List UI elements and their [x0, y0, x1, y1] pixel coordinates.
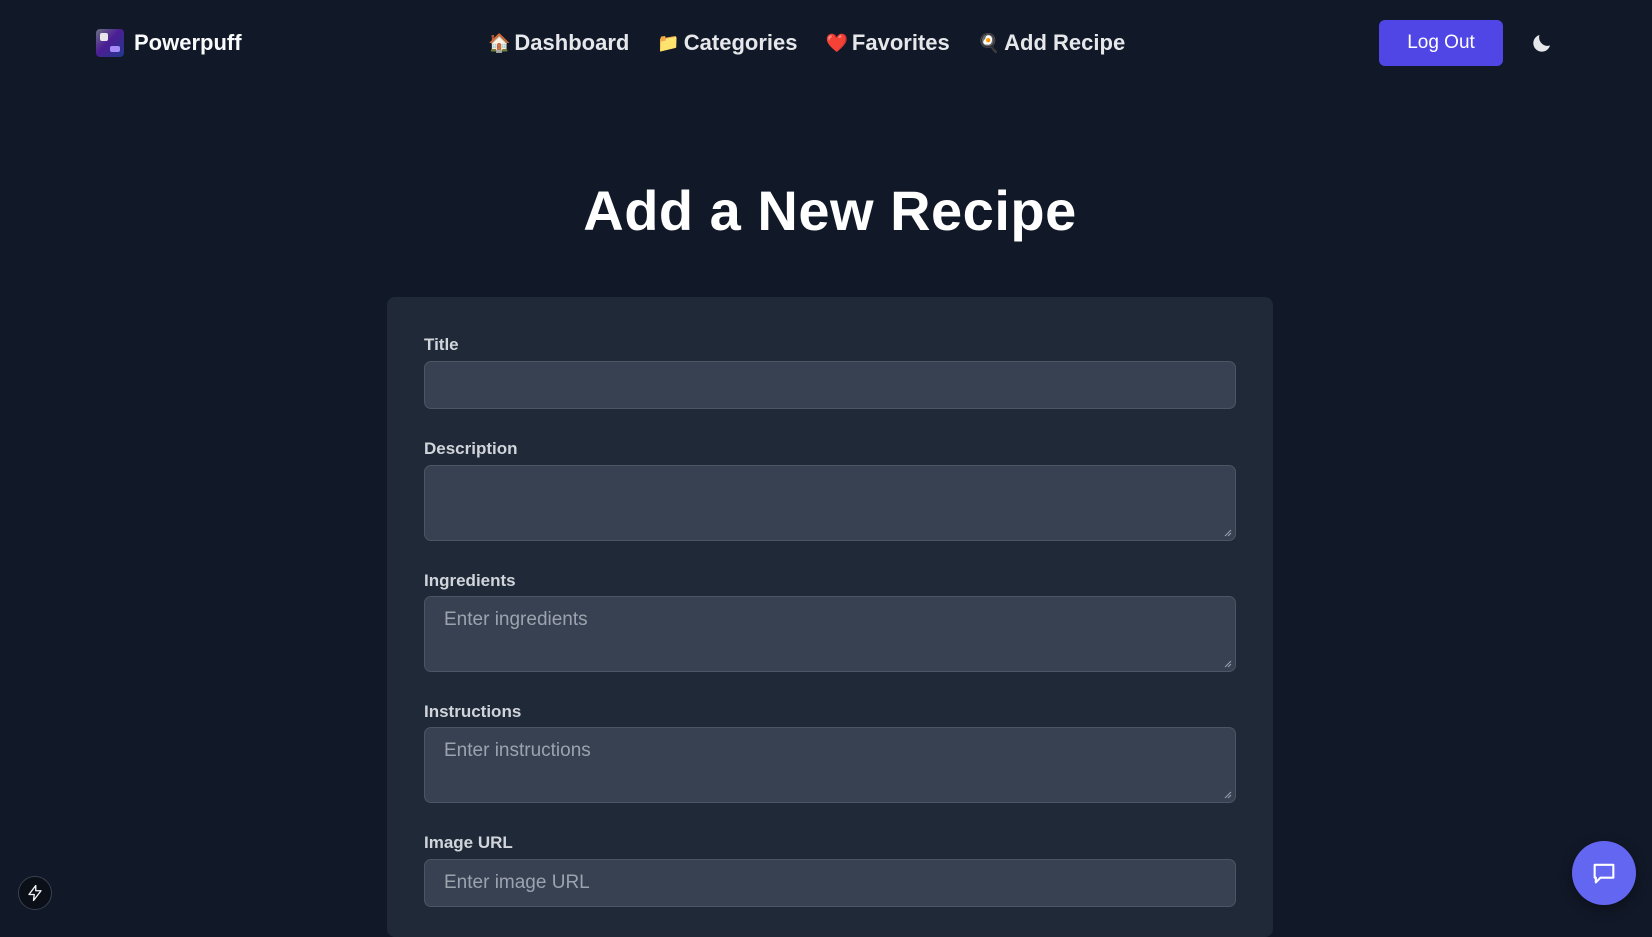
- chat-bubble-icon: [1593, 863, 1615, 884]
- nav-links: 🏠 Dashboard 📁 Categories ❤️ Favorites 🍳 …: [488, 28, 1125, 58]
- ingredients-label: Ingredients: [424, 571, 516, 590]
- nav-link-categories[interactable]: 📁 Categories: [657, 30, 797, 56]
- title-label: Title: [424, 335, 459, 354]
- frying-pan-icon: 🍳: [977, 33, 1001, 53]
- nav-link-label: Add Recipe: [1004, 30, 1126, 55]
- image-url-input[interactable]: [424, 859, 1236, 907]
- brand[interactable]: Powerpuff: [96, 28, 242, 58]
- nav-link-label: Favorites: [851, 30, 950, 55]
- powerpuff-logo-icon: [96, 29, 124, 57]
- image-url-label: Image URL: [424, 833, 513, 852]
- page-title: Add a New Recipe: [583, 179, 1077, 242]
- description-textarea[interactable]: [424, 465, 1236, 541]
- folder-icon: 📁: [657, 33, 680, 53]
- house-icon: 🏠: [488, 33, 511, 53]
- ingredients-textarea[interactable]: [424, 596, 1236, 672]
- heart-icon: ❤️: [825, 33, 848, 53]
- bolt-button[interactable]: [18, 876, 52, 910]
- nav-link-label: Categories: [683, 30, 798, 55]
- recipe-form: Title Description Ingredients Instructio…: [387, 297, 1273, 937]
- instructions-label: Instructions: [424, 702, 522, 721]
- logout-button[interactable]: Log Out: [1379, 20, 1503, 66]
- description-label: Description: [424, 439, 518, 458]
- nav-link-favorites[interactable]: ❤️ Favorites: [825, 30, 949, 56]
- theme-toggle-button[interactable]: [1530, 31, 1554, 55]
- brand-name: Powerpuff: [134, 30, 242, 55]
- moon-icon: [1533, 35, 1550, 52]
- instructions-textarea[interactable]: [424, 727, 1236, 803]
- nav-link-label: Dashboard: [514, 30, 630, 55]
- chat-button[interactable]: [1572, 841, 1636, 905]
- title-input[interactable]: [424, 361, 1236, 409]
- nav-link-add-recipe[interactable]: 🍳 Add Recipe: [978, 30, 1125, 56]
- navbar: Powerpuff 🏠 Dashboard 📁 Categories ❤️ Fa…: [0, 0, 1652, 86]
- nav-link-dashboard[interactable]: 🏠 Dashboard: [488, 30, 629, 56]
- lightning-bolt-icon: [28, 884, 42, 902]
